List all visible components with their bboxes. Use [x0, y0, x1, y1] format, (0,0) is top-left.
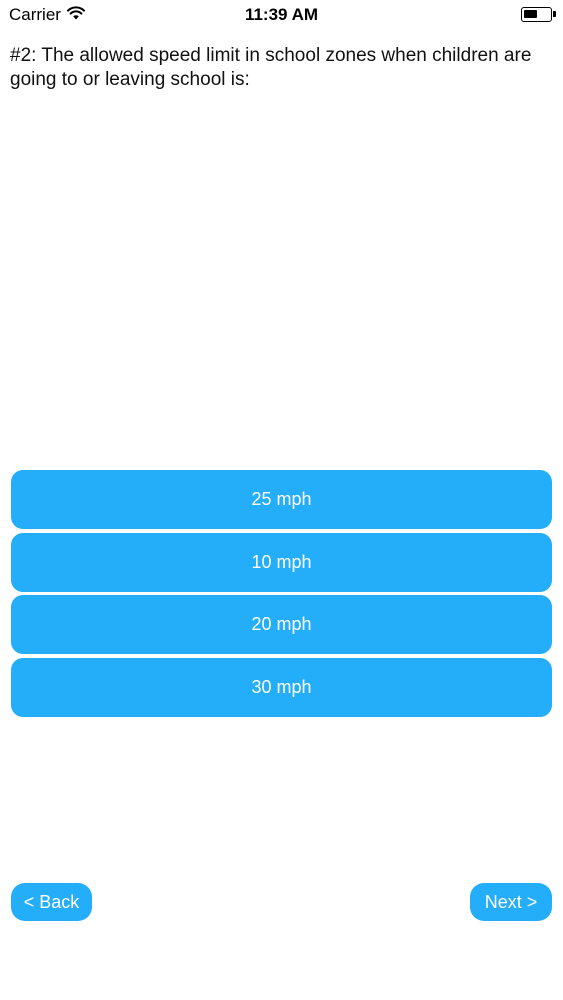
- answer-option-4[interactable]: 30 mph: [11, 657, 552, 717]
- back-button[interactable]: < Back: [11, 883, 92, 921]
- next-button[interactable]: Next >: [470, 883, 552, 921]
- battery-tip: [553, 11, 556, 17]
- battery-icon: [521, 7, 552, 22]
- status-bar: Carrier 11:39 AM: [0, 0, 563, 30]
- answer-option-2[interactable]: 10 mph: [11, 532, 552, 592]
- answer-list: 25 mph 10 mph 20 mph 30 mph: [11, 470, 552, 720]
- status-time: 11:39 AM: [244, 5, 319, 24]
- battery-level: [524, 10, 537, 18]
- question-text: #2: The allowed speed limit in school zo…: [10, 45, 532, 90]
- answer-option-3[interactable]: 20 mph: [11, 595, 552, 654]
- quiz-screen: Carrier 11:39 AM #2: The allowed speed l…: [0, 0, 563, 1000]
- answer-option-1[interactable]: 25 mph: [11, 470, 552, 529]
